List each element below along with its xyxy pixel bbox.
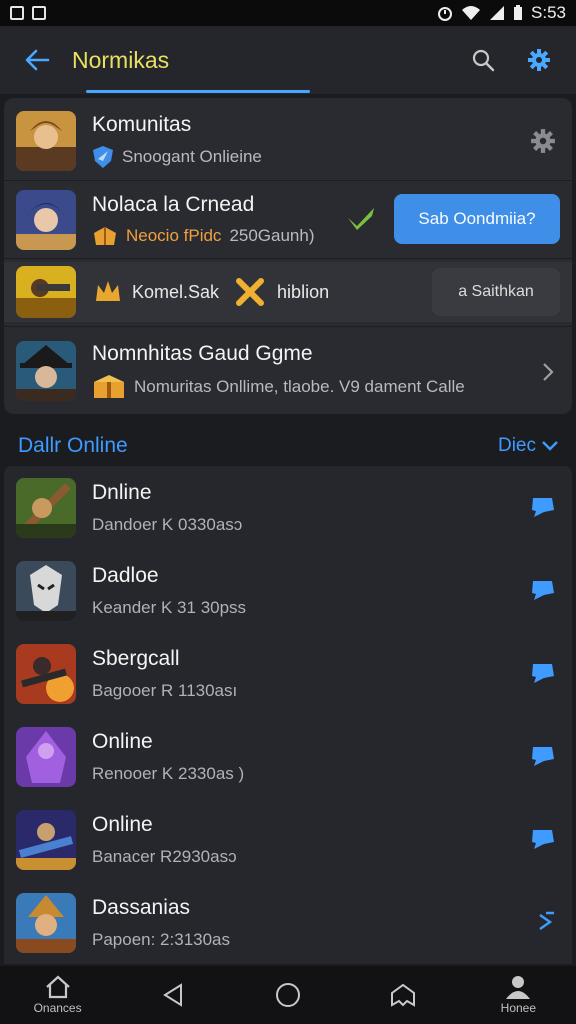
status-bar: S:53 — [0, 0, 576, 26]
nav-label: Onances — [33, 1001, 82, 1015]
divider — [4, 180, 572, 181]
game-thumbnail — [16, 477, 76, 538]
battery-icon — [514, 5, 523, 20]
alarm-icon — [438, 7, 453, 21]
gallery-icon — [10, 6, 24, 20]
online-list: Dnline Dandoer K 0330asɔ Dadloe Keander … — [4, 466, 572, 964]
settings-button[interactable] — [516, 37, 562, 83]
game-thumbnail — [16, 809, 76, 870]
page-title: Normikas — [72, 46, 170, 73]
section-action-label: Diec — [497, 435, 536, 456]
chat-bubble-icon[interactable] — [530, 662, 556, 684]
row-title: Nomnhitas Gaud Ggme — [92, 342, 313, 365]
list-item-title: Online — [92, 729, 153, 753]
profile-icon — [506, 976, 531, 999]
row-subtitle: Snoogant Onlieine — [122, 147, 262, 166]
nav-home[interactable]: Onances — [13, 966, 103, 1024]
back-triangle-icon — [162, 983, 182, 1007]
community-row[interactable]: Nolaca la Crnead Neocio fPidc 250Gaunh) … — [4, 184, 572, 256]
divider — [4, 326, 572, 327]
row-title: Nolaca la Crnead — [92, 193, 255, 216]
signal-icon — [490, 6, 505, 20]
game-thumbnail — [16, 726, 76, 787]
search-icon — [472, 49, 495, 72]
game-thumbnail — [16, 892, 76, 953]
home-icon — [45, 975, 70, 999]
back-button[interactable] — [10, 33, 64, 87]
community-row[interactable]: Komunitas Snoogant Onlieine — [4, 104, 572, 178]
chat-bubble-icon[interactable] — [530, 745, 556, 767]
game-thumbnail — [16, 341, 76, 401]
nav-label: Honee — [500, 1001, 537, 1015]
chest-icon — [94, 227, 116, 245]
list-item-subtitle: Banacer R2930asɔ — [92, 846, 237, 866]
chat-bubble-icon[interactable] — [530, 496, 556, 518]
bottom-nav: Onances Honee — [0, 966, 576, 1024]
row-subtitle: Nomuritas Onllime, tlaobe. V9 dament Cal… — [134, 377, 465, 396]
list-item[interactable]: Sbergcall Bagooer R 1130ası — [4, 632, 572, 715]
chevron-down-icon — [542, 441, 558, 451]
community-row[interactable]: Nomnhitas Gaud Ggme Nomuritas Onllime, t… — [4, 332, 572, 410]
game-thumbnail — [16, 643, 76, 704]
game-thumbnail — [16, 560, 76, 621]
join-button[interactable]: Sab Oondmiia? — [394, 194, 560, 244]
action-button[interactable]: a Saithkan — [432, 268, 560, 316]
check-icon — [348, 208, 374, 230]
list-item-title: Dassanias — [92, 895, 191, 919]
arrow-left-icon — [25, 49, 50, 71]
list-item[interactable]: Dadloe Keander K 31 30pss — [4, 549, 572, 632]
nav-home-button[interactable] — [243, 966, 333, 1024]
nav-back[interactable] — [128, 966, 218, 1024]
home-circle-icon — [275, 983, 300, 1007]
chat-bubble-icon[interactable] — [530, 579, 556, 601]
send-arrow-icon[interactable] — [536, 911, 556, 933]
house-outline-icon — [391, 983, 416, 1007]
list-item[interactable]: Dnline Dandoer K 0330asɔ — [4, 466, 572, 549]
community-row[interactable]: Komel.Sak hiblion a Saithkan — [4, 262, 572, 322]
list-item[interactable]: Dassanias Papoen: 2:3130as — [4, 881, 572, 964]
list-item-subtitle: Papoen: 2:3130as — [92, 929, 231, 949]
chat-bubble-icon[interactable] — [530, 828, 556, 850]
game-thumbnail — [16, 111, 76, 171]
notification-icon — [32, 6, 46, 20]
list-item-title: Dnline — [92, 480, 152, 504]
crown-icon — [96, 281, 120, 301]
list-item[interactable]: Online Banacer R2930asɔ — [4, 798, 572, 881]
tab-indicator — [86, 90, 310, 93]
divider — [4, 258, 572, 259]
list-item-subtitle: Bagooer R 1130ası — [92, 680, 238, 700]
status-time: S:53 — [531, 3, 566, 22]
nav-profile[interactable]: Honee — [473, 966, 563, 1024]
search-button[interactable] — [460, 37, 506, 83]
shield-icon — [93, 146, 113, 168]
list-item-title: Sbergcall — [92, 646, 180, 670]
gear-icon[interactable] — [530, 128, 556, 154]
row-label: Komel.Sak — [132, 281, 220, 302]
section-header: Dallr Online Diec — [0, 424, 576, 468]
nav-community[interactable] — [358, 966, 448, 1024]
list-item-subtitle: Renooer K 2330as ) — [92, 763, 245, 783]
list-item-title: Dadloe — [92, 563, 159, 587]
chevron-right-icon[interactable] — [542, 362, 554, 382]
chest-icon — [94, 375, 124, 398]
list-item[interactable]: Online Renooer K 2330as ) — [4, 715, 572, 798]
row-label: hiblion — [277, 281, 330, 302]
community-card: Komunitas Snoogant Onlieine Nolaca la Cr… — [4, 98, 572, 414]
section-filter-button[interactable]: Diec — [498, 435, 558, 457]
game-thumbnail — [16, 266, 76, 318]
row-subtitle: 250Gaunh) — [229, 226, 315, 245]
wifi-icon — [462, 6, 481, 20]
crossed-swords-icon — [236, 278, 265, 306]
list-item-subtitle: Keander K 31 30pss — [92, 597, 247, 617]
gear-icon — [528, 49, 550, 71]
row-subtitle-accent: Neocio fPidc — [126, 226, 222, 245]
app-bar: Normikas — [0, 26, 576, 94]
list-item-subtitle: Dandoer K 0330asɔ — [92, 514, 243, 534]
list-item-title: Online — [92, 812, 153, 836]
row-title: Komunitas — [92, 113, 192, 136]
section-title: Dallr Online — [18, 434, 128, 457]
game-thumbnail — [16, 190, 76, 250]
